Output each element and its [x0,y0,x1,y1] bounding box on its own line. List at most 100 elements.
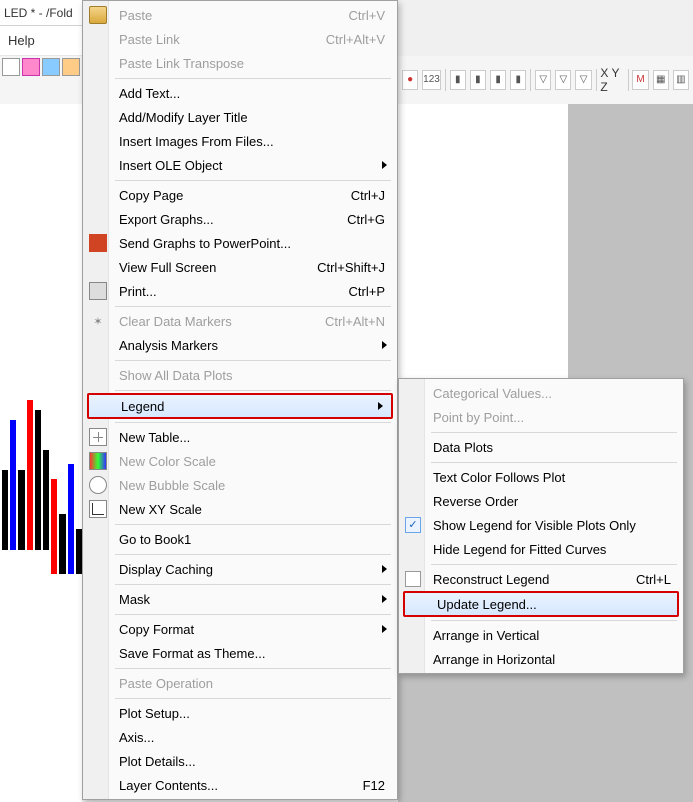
menu-item-label: Hide Legend for Fitted Curves [433,542,606,557]
legend-submenu-item-categorical-values: Categorical Values... [401,381,681,405]
legend-submenu-item-arrange-in-vertical[interactable]: Arrange in Vertical [401,623,681,647]
toolbar-left [0,56,82,104]
submenu-arrow-icon [378,402,383,410]
sepico-icon [405,571,421,587]
submenu-arrow-icon [382,625,387,633]
submenu-arrow-icon [382,161,387,169]
print-icon [89,282,107,300]
legend-submenu-item-reconstruct-legend[interactable]: Reconstruct LegendCtrl+L [401,567,681,591]
menu-item-label: Paste Operation [119,676,213,691]
context-menu-item-new-bubble-scale: New Bubble Scale [85,473,395,497]
context-menu-item-send-graphs-to-powerpoint[interactable]: Send Graphs to PowerPoint... [85,231,395,255]
menu-item-label: Analysis Markers [119,338,218,353]
context-menu-item-view-full-screen[interactable]: View Full Screen Ctrl+Shift+J [85,255,395,279]
toolbar-button[interactable] [2,58,20,76]
context-menu-item-layer-contents[interactable]: Layer Contents... F12 [85,773,395,797]
context-menu-item-new-table[interactable]: New Table... [85,425,395,449]
menu-item-label: New Table... [119,430,190,445]
menu-item-label: New XY Scale [119,502,202,517]
context-menu-item-plot-setup[interactable]: Plot Setup... [85,701,395,725]
toolbar-button[interactable]: ▮ [470,70,486,90]
table-icon [89,428,107,446]
context-menu-item-mask[interactable]: Mask [85,587,395,611]
context-menu-item-show-all-data-plots: Show All Data Plots [85,363,395,387]
ppt-icon [89,234,107,252]
menu-item-label: Layer Contents... [119,778,218,793]
context-menu-item-copy-page[interactable]: Copy PageCtrl+J [85,183,395,207]
menu-item-shortcut: Ctrl+Alt+V [326,32,385,47]
toolbar-button[interactable]: ● [402,70,418,90]
context-menu-item-add-modify-layer-title[interactable]: Add/Modify Layer Title [85,105,395,129]
menu-item-label: Copy Format [119,622,194,637]
toolbar-button[interactable] [22,58,40,76]
check-icon: ✓ [405,517,421,533]
legend-submenu-item-show-legend-for-visible-plots-only[interactable]: ✓Show Legend for Visible Plots Only [401,513,681,537]
toolbar-button[interactable]: ▥ [673,70,689,90]
submenu-arrow-icon [382,565,387,573]
toolbar-button[interactable]: M [632,70,648,90]
context-menu-item-analysis-markers[interactable]: Analysis Markers [85,333,395,357]
menu-item-shortcut: F12 [363,778,385,793]
menu-item-shortcut: Ctrl+V [349,8,385,23]
menu-item-label: Axis... [119,730,154,745]
color-icon [89,452,107,470]
legend-submenu-item-data-plots[interactable]: Data Plots [401,435,681,459]
legend-submenu-item-update-legend[interactable]: Update Legend... [403,591,679,617]
context-menu-item-new-xy-scale[interactable]: New XY Scale [85,497,395,521]
bar-chart-preview [0,360,82,550]
context-menu-item-plot-details[interactable]: Plot Details... [85,749,395,773]
menu-item-label: Insert Images From Files... [119,134,274,149]
context-menu-item-add-text[interactable]: Add Text... [85,81,395,105]
menu-item-label: View Full Screen [119,260,216,275]
toolbar-button[interactable]: ▽ [575,70,591,90]
menu-item-label: Go to Book1 [119,532,191,547]
menu-item-label: Add/Modify Layer Title [119,110,248,125]
toolbar-right: ● 123 ▮ ▮ ▮ ▮ ▽ ▽ ▽ X Y Z M ▦ ▥ [398,56,693,104]
menu-item-label: Arrange in Horizontal [433,652,555,667]
context-menu-item-insert-ole-object[interactable]: Insert OLE Object [85,153,395,177]
menu-item-label: Plot Setup... [119,706,190,721]
legend-submenu-item-text-color-follows-plot[interactable]: Text Color Follows Plot [401,465,681,489]
menu-item-label: Paste [119,8,152,23]
toolbar-button[interactable]: ▽ [555,70,571,90]
toolbar-button[interactable]: ▽ [535,70,551,90]
menu-item-shortcut: Ctrl+L [636,572,671,587]
legend-submenu-item-reverse-order[interactable]: Reverse Order [401,489,681,513]
toolbar-button[interactable]: 123 [422,70,441,90]
context-menu-item-paste-link: Paste LinkCtrl+Alt+V [85,27,395,51]
context-menu-item-save-format-as-theme[interactable]: Save Format as Theme... [85,641,395,665]
window-title: LED * - /Fold [0,0,82,26]
submenu-arrow-icon [382,341,387,349]
menu-item-label: Add Text... [119,86,180,101]
context-menu-item-copy-format[interactable]: Copy Format [85,617,395,641]
marker-icon: ✶ [89,312,107,330]
menu-item-shortcut: Ctrl+Shift+J [317,260,385,275]
context-menu-item-paste-operation: Paste Operation [85,671,395,695]
context-menu-item-display-caching[interactable]: Display Caching [85,557,395,581]
toolbar-button[interactable]: ▦ [653,70,669,90]
menu-item-label: Data Plots [433,440,493,455]
legend-submenu-item-hide-legend-for-fitted-curves[interactable]: Hide Legend for Fitted Curves [401,537,681,561]
menu-item-label: New Color Scale [119,454,216,469]
menu-item-label: Legend [121,399,164,414]
toolbar-button[interactable]: ▮ [450,70,466,90]
menu-item-label: Plot Details... [119,754,196,769]
toolbar-button[interactable]: ▮ [510,70,526,90]
context-menu-item-paste-link-transpose: Paste Link Transpose [85,51,395,75]
menu-item-label: Reverse Order [433,494,518,509]
context-menu-item-export-graphs[interactable]: Export Graphs...Ctrl+G [85,207,395,231]
toolbar-button[interactable] [42,58,60,76]
context-menu-item-insert-images-from-files[interactable]: Insert Images From Files... [85,129,395,153]
menu-item-label: Arrange in Vertical [433,628,539,643]
legend-submenu-item-arrange-in-horizontal[interactable]: Arrange in Horizontal [401,647,681,671]
menu-help[interactable]: Help [8,33,35,48]
context-menu-item-axis[interactable]: Axis... [85,725,395,749]
context-menu-item-print[interactable]: Print...Ctrl+P [85,279,395,303]
context-menu-item-legend[interactable]: Legend [87,393,393,419]
toolbar-button[interactable]: ▮ [490,70,506,90]
context-menu-item-go-to-book1[interactable]: Go to Book1 [85,527,395,551]
menu-item-label: Send Graphs to PowerPoint... [119,236,291,251]
toolbar-button[interactable] [62,58,80,76]
submenu-arrow-icon [382,595,387,603]
menu-item-label: Display Caching [119,562,213,577]
